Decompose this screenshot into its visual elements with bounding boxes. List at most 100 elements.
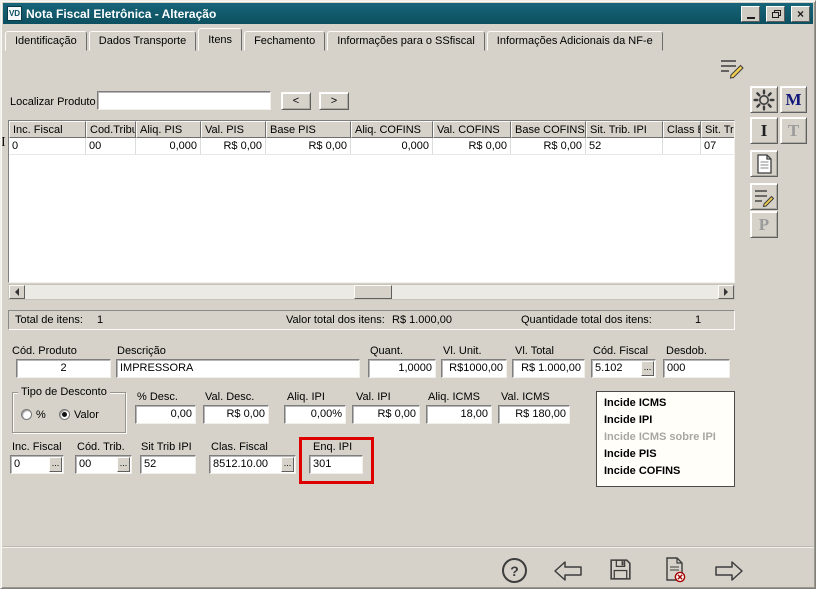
restore-button[interactable] <box>766 6 785 22</box>
close-icon: × <box>797 8 804 20</box>
tab-fechamento[interactable]: Fechamento <box>244 31 325 51</box>
incide-icms-sobre-ipi: Incide ICMS sobre IPI <box>604 431 734 448</box>
scroll-right-button[interactable] <box>718 285 734 299</box>
perc-desc-field[interactable]: 0,00 <box>135 405 196 424</box>
sit-trib-ipi-field[interactable]: 52 <box>140 455 196 474</box>
total-value-amount: R$ 1.000,00 <box>392 314 452 326</box>
cell-val-pis: R$ 0,00 <box>201 138 266 155</box>
arrow-right-icon <box>714 559 744 583</box>
m-button[interactable]: M <box>780 86 807 113</box>
close-button[interactable]: × <box>791 6 810 22</box>
p-button-disabled: P <box>750 211 778 238</box>
localizar-produto-label: Localizar Produto <box>10 96 96 108</box>
cell-aliq-pis: 0,000 <box>136 138 201 155</box>
tab-informacoes-ssfiscal[interactable]: Informações para o SSfiscal <box>327 31 485 51</box>
total-value-label: Valor total dos itens: <box>286 314 385 326</box>
localizar-produto-input[interactable] <box>97 91 271 110</box>
scrollbar-thumb[interactable] <box>354 285 392 299</box>
col-inc-fiscal[interactable]: Inc. Fiscal <box>9 121 86 138</box>
tab-itens[interactable]: Itens <box>198 28 242 51</box>
cod-trib-value: 00 <box>79 458 91 470</box>
clas-fiscal-lookup-button[interactable]: ... <box>281 457 294 472</box>
descricao-field[interactable]: IMPRESSORA <box>116 359 360 378</box>
cell-cod-tribut: 00 <box>86 138 136 155</box>
inc-fiscal-field[interactable]: 0 ... <box>10 455 64 474</box>
quant-field[interactable]: 1,0000 <box>368 359 436 378</box>
p-letter-icon: P <box>759 216 769 233</box>
previous-button[interactable] <box>553 559 583 583</box>
gear-button[interactable] <box>750 86 778 113</box>
i-button[interactable]: I <box>750 117 778 144</box>
incide-icms: Incide ICMS <box>604 397 734 414</box>
tipo-desconto-groupbox: Tipo de Desconto % Valor <box>12 392 126 433</box>
prev-item-button[interactable]: < <box>281 92 311 110</box>
inc-fiscal-value: 0 <box>14 458 20 470</box>
window-title: Nota Fiscal Eletrônica - Alteração <box>26 7 735 21</box>
perc-desc-label: % Desc. <box>137 391 178 403</box>
items-grid: Inc. Fiscal Cod.Tribut Aliq. PIS Val. PI… <box>8 120 735 283</box>
cod-trib-lookup-button[interactable]: ... <box>117 457 130 472</box>
help-icon: ? <box>502 558 527 583</box>
cod-fiscal-label: Cód. Fiscal <box>593 345 648 357</box>
cod-produto-label: Cód. Produto <box>12 345 77 357</box>
col-aliq-pis[interactable]: Aliq. PIS <box>136 121 201 138</box>
cod-produto-field[interactable]: 2 <box>16 359 111 378</box>
col-base-cofins[interactable]: Base COFINS <box>511 121 586 138</box>
radio-valor-label[interactable]: Valor <box>74 409 99 421</box>
cod-fiscal-lookup-button[interactable]: ... <box>641 361 654 376</box>
inc-fiscal-lookup-button[interactable]: ... <box>49 457 62 472</box>
clas-fiscal-value: 8512.10.00 <box>213 458 268 470</box>
col-val-cofins[interactable]: Val. COFINS <box>433 121 511 138</box>
tab-informacoes-adicionais-nfe[interactable]: Informações Adicionais da NF-e <box>487 31 663 51</box>
aliq-icms-field[interactable]: 18,00 <box>426 405 492 424</box>
grid-row[interactable]: 0 00 0,000 R$ 0,00 R$ 0,00 0,000 R$ 0,00… <box>9 138 734 155</box>
minimize-icon <box>747 17 755 19</box>
clas-fiscal-label: Clas. Fiscal <box>211 441 268 453</box>
next-item-button[interactable]: > <box>319 92 349 110</box>
cancel-document-button[interactable] <box>663 556 687 583</box>
vl-total-field[interactable]: R$ 1.000,00 <box>512 359 585 378</box>
edit-list-icon[interactable] <box>718 56 746 83</box>
i-letter-icon: I <box>761 122 768 139</box>
cell-base-pis: R$ 0,00 <box>266 138 351 155</box>
grid-hscrollbar[interactable] <box>8 284 735 300</box>
edit-notes-button[interactable] <box>750 183 778 210</box>
col-aliq-cofins[interactable]: Aliq. COFINS <box>351 121 433 138</box>
val-desc-field[interactable]: R$ 0,00 <box>203 405 269 424</box>
document-button[interactable] <box>750 150 778 177</box>
radio-percent[interactable] <box>21 409 32 420</box>
vl-unit-field[interactable]: R$1000,00 <box>441 359 507 378</box>
tab-dados-transporte[interactable]: Dados Transporte <box>89 31 196 51</box>
val-ipi-field[interactable]: R$ 0,00 <box>352 405 420 424</box>
next-button[interactable] <box>714 559 744 583</box>
save-button[interactable] <box>607 556 634 583</box>
radio-valor[interactable] <box>59 409 70 420</box>
help-button[interactable]: ? <box>502 558 527 583</box>
descricao-label: Descrição <box>117 345 166 357</box>
tab-identificacao[interactable]: Identificação <box>5 31 87 51</box>
col-sit-tr[interactable]: Sit. Tr <box>701 121 735 138</box>
aliq-ipi-field[interactable]: 0,00% <box>284 405 346 424</box>
col-cod-tribut[interactable]: Cod.Tribut <box>86 121 136 138</box>
scroll-left-button[interactable] <box>9 285 25 299</box>
enq-ipi-field[interactable]: 301 <box>309 455 363 474</box>
cod-fiscal-field[interactable]: 5.102 ... <box>591 359 656 378</box>
col-val-pis[interactable]: Val. PIS <box>201 121 266 138</box>
edit-notes-icon <box>753 187 775 207</box>
tab-bar: Identificação Dados Transporte Itens Fec… <box>5 28 665 51</box>
col-sit-trib-ipi[interactable]: Sit. Trib. IPI <box>586 121 663 138</box>
desdob-field[interactable]: 000 <box>663 359 730 378</box>
val-icms-field[interactable]: R$ 180,00 <box>498 405 570 424</box>
footer-divider <box>0 546 816 548</box>
cod-trib-field[interactable]: 00 ... <box>75 455 132 474</box>
radio-percent-label[interactable]: % <box>36 409 46 421</box>
col-class-en[interactable]: Class En <box>663 121 701 138</box>
m-letter-icon: M <box>785 91 801 108</box>
col-base-pis[interactable]: Base PIS <box>266 121 351 138</box>
vl-unit-label: Vl. Unit. <box>443 345 482 357</box>
cell-sit-tr: 07 <box>701 138 735 155</box>
clas-fiscal-field[interactable]: 8512.10.00 ... <box>209 455 296 474</box>
document-cancel-icon <box>663 556 687 583</box>
incide-cofins: Incide COFINS <box>604 465 734 482</box>
minimize-button[interactable] <box>741 6 760 22</box>
